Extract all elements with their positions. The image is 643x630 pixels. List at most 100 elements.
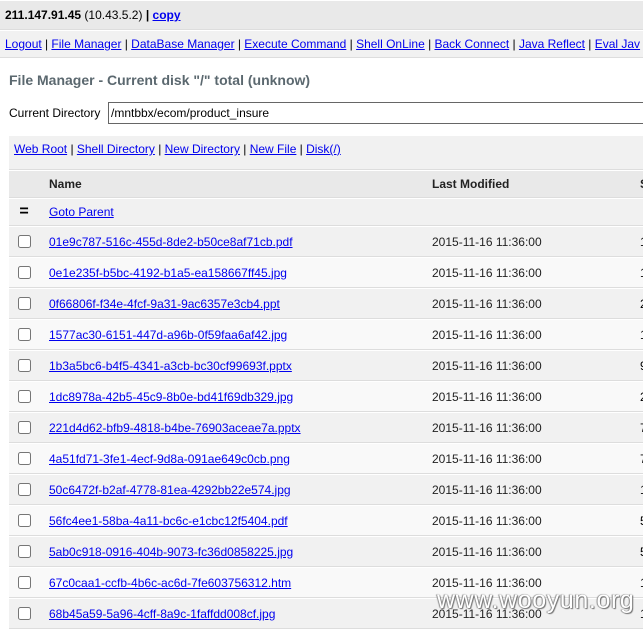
file-checkbox[interactable]: [18, 514, 31, 527]
nav-execute-command[interactable]: Execute Command: [244, 36, 346, 52]
select-cell: [9, 567, 44, 598]
file-name-link[interactable]: 56fc4ee1-58ba-4a11-bc6c-e1cbc12f5404.pdf: [49, 513, 288, 529]
file-modified: 2015-11-16 11:36:00: [432, 296, 542, 311]
file-name-link[interactable]: 5ab0c918-0916-404b-9073-fc36d0858225.jpg: [49, 544, 293, 560]
size-cell: 1: [635, 567, 643, 598]
name-cell: 5ab0c918-0916-404b-9073-fc36d0858225.jpg: [44, 536, 427, 567]
file-name-link[interactable]: 50c6472f-b2af-4778-81ea-4292bb22e574.jpg: [49, 482, 291, 498]
file-checkbox[interactable]: [18, 235, 31, 248]
file-modified: 2015-11-16 11:36:00: [432, 234, 542, 249]
file-checkbox[interactable]: [18, 390, 31, 403]
size-cell: 1: [635, 598, 643, 629]
copy-link[interactable]: copy: [153, 8, 181, 22]
file-row: 68b45a59-5a96-4cff-8a9c-1faffdd008cf.jpg…: [9, 598, 643, 629]
file-checkbox[interactable]: [18, 483, 31, 496]
nav-separator: |: [428, 37, 432, 51]
name-cell: 01e9c787-516c-455d-8de2-b50ce8af71cb.pdf: [44, 226, 427, 257]
file-name-link[interactable]: 1dc8978a-42b5-45c9-8b0e-bd41f69db329.jpg: [49, 389, 293, 405]
size-cell: 5: [635, 536, 643, 567]
parent-row: = Goto Parent: [9, 198, 643, 226]
current-directory-input[interactable]: [108, 102, 643, 124]
modified-cell: 2015-11-16 11:36:00: [427, 474, 635, 505]
name-cell: 1b3a5bc6-b4f5-4341-a3cb-bc30cf99693f.ppt…: [44, 350, 427, 381]
file-checkbox[interactable]: [18, 576, 31, 589]
name-cell: 68b45a59-5a96-4cff-8a9c-1faffdd008cf.jpg: [44, 598, 427, 629]
select-cell: [9, 443, 44, 474]
nav-back-connect[interactable]: Back Connect: [435, 36, 510, 52]
disk-link[interactable]: Disk(/): [306, 141, 341, 157]
file-modified: 2015-11-16 11:36:00: [432, 575, 542, 590]
modified-cell: 2015-11-16 11:36:00: [427, 381, 635, 412]
file-row: 56fc4ee1-58ba-4a11-bc6c-e1cbc12f5404.pdf…: [9, 505, 643, 536]
select-cell: [9, 288, 44, 319]
size-cell: 7: [635, 443, 643, 474]
web-root-link[interactable]: Web Root: [14, 141, 67, 157]
file-name-link[interactable]: 68b45a59-5a96-4cff-8a9c-1faffdd008cf.jpg: [49, 606, 275, 622]
size-cell: 1: [635, 319, 643, 350]
file-row: 1b3a5bc6-b4f5-4341-a3cb-bc30cf99693f.ppt…: [9, 350, 643, 381]
file-table: Web Root | Shell Directory | New Directo…: [9, 135, 643, 629]
file-name-link[interactable]: 1b3a5bc6-b4f5-4341-a3cb-bc30cf99693f.ppt…: [49, 358, 292, 374]
nav-shell-online[interactable]: Shell OnLine: [356, 36, 425, 52]
file-modified: 2015-11-16 11:36:00: [432, 513, 542, 528]
file-name-link[interactable]: 67c0caa1-ccfb-4b6c-ac6d-7fe603756312.htm: [49, 575, 291, 591]
goto-parent-link[interactable]: Goto Parent: [49, 204, 114, 220]
name-cell: 1577ac30-6151-447d-a96b-0f59faa6af42.jpg: [44, 319, 427, 350]
file-row: 01e9c787-516c-455d-8de2-b50ce8af71cb.pdf…: [9, 226, 643, 257]
file-name-link[interactable]: 4a51fd71-3fe1-4ecf-9d8a-091ae649c0cb.png: [49, 451, 290, 467]
file-name-link[interactable]: 1577ac30-6151-447d-a96b-0f59faa6af42.jpg: [49, 327, 287, 343]
file-name-link[interactable]: 0e1e235f-b5bc-4192-b1a5-ea158667ff45.jpg: [49, 265, 287, 281]
nav-database-manager[interactable]: DataBase Manager: [131, 36, 234, 52]
nav-logout[interactable]: Logout: [5, 36, 42, 52]
nav-file-manager[interactable]: File Manager: [51, 36, 121, 52]
select-cell: [9, 257, 44, 288]
nav-java-reflect[interactable]: Java Reflect: [519, 36, 585, 52]
name-cell: 0f66806f-f34e-4fcf-9a31-9ac6357e3cb4.ppt: [44, 288, 427, 319]
main-nav: Logout | File Manager | DataBase Manager…: [0, 30, 643, 58]
toolbar-separator: |: [243, 142, 247, 156]
new-file-link[interactable]: New File: [250, 141, 297, 157]
nav-eval-java[interactable]: Eval Jav: [595, 36, 643, 52]
file-modified: 2015-11-16 11:36:00: [432, 544, 542, 559]
new-directory-link[interactable]: New Directory: [165, 141, 240, 157]
file-row: 5ab0c918-0916-404b-9073-fc36d0858225.jpg…: [9, 536, 643, 567]
file-checkbox[interactable]: [18, 452, 31, 465]
modified-cell: 2015-11-16 11:36:00: [427, 226, 635, 257]
select-cell: [9, 474, 44, 505]
select-cell: [9, 319, 44, 350]
modified-cell: 2015-11-16 11:36:00: [427, 567, 635, 598]
toolbar-separator: |: [158, 142, 162, 156]
toolbar-cell: Web Root | Shell Directory | New Directo…: [9, 135, 643, 170]
file-checkbox[interactable]: [18, 297, 31, 310]
column-header-last-modified: Last Modified: [427, 170, 635, 198]
nav-separator: |: [588, 37, 592, 51]
file-checkbox[interactable]: [18, 266, 31, 279]
file-name-link[interactable]: 0f66806f-f34e-4fcf-9a31-9ac6357e3cb4.ppt: [49, 296, 280, 312]
select-cell: [9, 536, 44, 567]
parent-icon-cell: =: [9, 198, 44, 226]
file-modified: 2015-11-16 11:36:00: [432, 327, 542, 342]
file-checkbox[interactable]: [18, 359, 31, 372]
size-cell: 5: [635, 505, 643, 536]
name-cell: 4a51fd71-3fe1-4ecf-9d8a-091ae649c0cb.png: [44, 443, 427, 474]
column-header-last-modified-label: Last Modified: [432, 177, 510, 191]
file-row: 0e1e235f-b5bc-4192-b1a5-ea158667ff45.jpg…: [9, 257, 643, 288]
file-checkbox[interactable]: [18, 607, 31, 620]
size-cell: 9: [635, 350, 643, 381]
file-name-link[interactable]: 221d4d62-bfb9-4818-b4be-76903aceae7a.ppt…: [49, 420, 301, 436]
file-modified: 2015-11-16 11:36:00: [432, 606, 542, 621]
select-cell: [9, 412, 44, 443]
page-title: File Manager - Current disk "/" total (u…: [9, 72, 311, 88]
file-modified: 2015-11-16 11:36:00: [432, 451, 542, 466]
file-name-link[interactable]: 01e9c787-516c-455d-8de2-b50ce8af71cb.pdf: [49, 234, 293, 250]
nav-separator: |: [349, 37, 353, 51]
size-cell: 2: [635, 381, 643, 412]
shell-directory-link[interactable]: Shell Directory: [77, 141, 155, 157]
file-toolbar: Web Root | Shell Directory | New Directo…: [9, 135, 643, 170]
file-checkbox[interactable]: [18, 328, 31, 341]
file-checkbox[interactable]: [18, 421, 31, 434]
file-checkbox[interactable]: [18, 545, 31, 558]
file-row: 0f66806f-f34e-4fcf-9a31-9ac6357e3cb4.ppt…: [9, 288, 643, 319]
server-info-bar: 211.147.91.45 (10.43.5.2) | copy: [0, 0, 643, 30]
nav-separator: |: [237, 37, 241, 51]
